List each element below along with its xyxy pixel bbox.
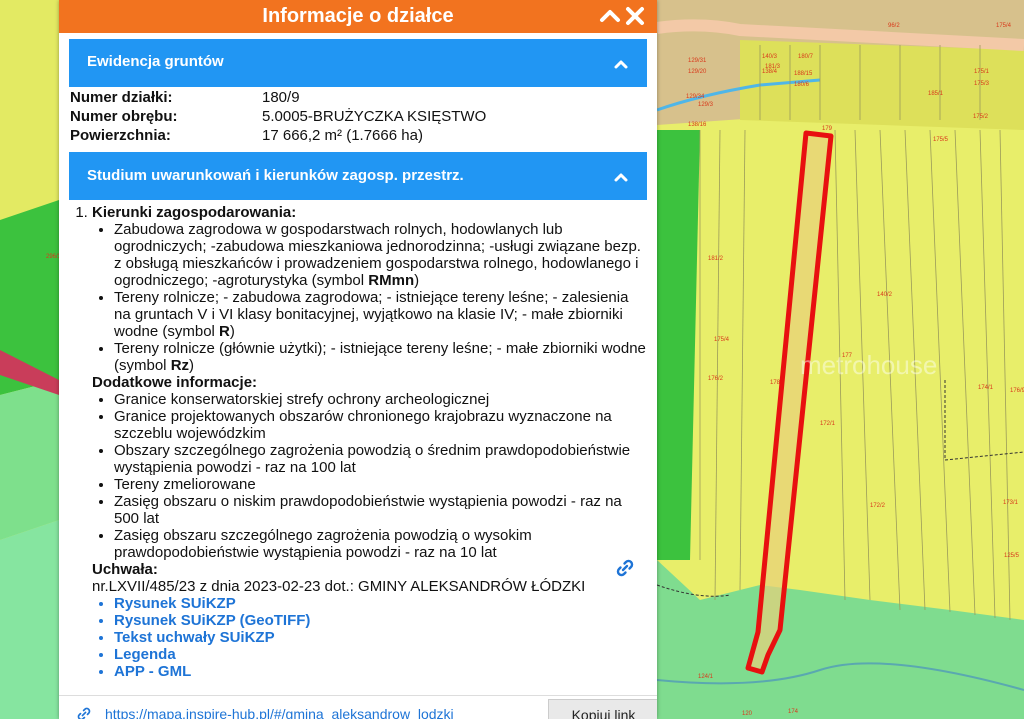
list-item: Zabudowa zagrodowa w gospodarstwach roln…: [114, 221, 648, 289]
parcel-number-label: 176/2: [708, 376, 724, 382]
parcel-number-label: 172/2: [870, 503, 886, 509]
row-label: Numer obrębu:: [70, 108, 178, 125]
panel-header: Informacje o działce: [59, 0, 657, 33]
kierunek-symbol: RMmn: [368, 272, 415, 289]
close-icon[interactable]: [624, 5, 646, 27]
row-label: Numer działki:: [70, 89, 173, 106]
parcel-number-label: 129/20: [688, 69, 707, 75]
parcel-number-label: 124/1: [698, 674, 714, 680]
parcel-number-label: 180/6: [794, 82, 810, 88]
list-item: Kierunki zagospodarowania: Zabudowa zagr…: [92, 204, 648, 680]
forest-zone-left: [0, 380, 59, 540]
share-url[interactable]: https://mapa.inspire-hub.pl/#/gmina_alek…: [105, 706, 545, 719]
table-row: Numer działki: 180/9: [70, 89, 486, 108]
parcel-number-label: 175/4: [714, 337, 730, 343]
parcel-number-label: 175/1: [974, 69, 990, 75]
link-icon: [77, 707, 91, 719]
list-item: Zasięg obszaru o niskim prawdopodobieńst…: [114, 493, 648, 527]
section-ewidencja[interactable]: Ewidencja gruntów: [69, 39, 647, 87]
parcel-number-label: 175/4: [996, 23, 1012, 29]
list-item: Obszary szczególnego zagrożenia powodzią…: [114, 442, 648, 476]
parcel-number-label: 176/9: [1010, 388, 1024, 394]
parcel-number-label: 140/2: [877, 292, 893, 298]
panel-title: Informacje o działce: [262, 5, 454, 27]
parcel-number-label: 174: [788, 709, 799, 715]
parcel-number-label: 180/7: [798, 54, 814, 60]
link-app-gml[interactable]: APP - GML: [114, 663, 648, 680]
parcel-number-label: 172/1: [820, 421, 836, 427]
parcel-number-label: 188/15: [794, 71, 813, 77]
list-item: Tereny rolnicze; - zabudowa zagrodowa; -…: [114, 289, 648, 340]
list-item: Tereny zmeliorowane: [114, 476, 648, 493]
list-item: Tereny rolnicze (głównie użytki); - istn…: [114, 340, 648, 374]
parcel-number-label: 178: [770, 380, 781, 386]
row-value: 17 666,2 m² (1.7666 ha): [262, 127, 423, 144]
parcel-number-label: 175/3: [974, 81, 990, 87]
chevron-up-icon[interactable]: [599, 5, 621, 27]
kierunek-text: Tereny rolnicze; - zabudowa zagrodowa; -…: [114, 289, 629, 340]
parcel-number-label: 138/16: [688, 122, 707, 128]
parcel-number-label: 174/1: [978, 385, 994, 391]
parcel-number-label: 140/3: [762, 54, 778, 60]
row-label: Powierzchnia:: [70, 127, 171, 144]
link-rysunek-geotiff[interactable]: Rysunek SUiKZP (GeoTIFF): [114, 612, 648, 629]
studium-content: Kierunki zagospodarowania: Zabudowa zagr…: [70, 204, 648, 680]
section-studium-title: Studium uwarunkowań i kierunków zagosp. …: [87, 167, 464, 184]
link-tekst-uchwaly[interactable]: Tekst uchwały SUiKZP: [114, 629, 648, 646]
kierunek-tail: ): [229, 323, 235, 340]
link-legenda[interactable]: Legenda: [114, 646, 648, 663]
kierunek-symbol: R: [219, 323, 230, 340]
list-item: Granice projektowanych obszarów chronion…: [114, 408, 648, 442]
dodatkowe-heading: Dodatkowe informacje:: [92, 374, 258, 391]
parcel-number-label: 175/2: [973, 114, 989, 120]
share-bar: https://mapa.inspire-hub.pl/#/gmina_alek…: [59, 695, 657, 719]
uchwala-text: nr.LXVII/485/23 z dnia 2023-02-23 dot.: …: [92, 578, 586, 595]
parcel-number-label: 129/3: [698, 102, 714, 108]
section-ewidencja-title: Ewidencja gruntów: [87, 53, 224, 70]
section-studium[interactable]: Studium uwarunkowań i kierunków zagosp. …: [69, 152, 647, 200]
parcel-number-label: 179: [822, 126, 833, 132]
kierunek-symbol: Rz: [170, 357, 190, 374]
parcel-number-label: 120: [742, 711, 753, 717]
list-item: Granice konserwatorskiej strefy ochrony …: [114, 391, 648, 408]
kierunek-tail: ): [189, 357, 195, 374]
parcel-number-label: 173/1: [1003, 500, 1019, 506]
kierunki-heading: Kierunki zagospodarowania:: [92, 204, 297, 221]
parcel-number-label: 129/31: [688, 58, 707, 64]
table-row: Numer obrębu: 5.0005-BRUŻYCZKA KSIĘSTWO: [70, 108, 486, 127]
parcel-number-label: 125/5: [1004, 553, 1020, 559]
kierunek-tail: ): [414, 272, 420, 289]
uchwala-heading: Uchwała:: [92, 561, 158, 578]
parcel-number-label: 138/4: [762, 69, 778, 75]
row-value: 180/9: [262, 89, 300, 106]
parcel-number-label: 181/2: [708, 256, 724, 262]
parcel-info-panel: Informacje o działce Ewidencja gruntów N…: [59, 0, 657, 719]
forest-zone-left-lower: [0, 520, 59, 719]
watermark: metrohouse: [800, 350, 937, 380]
parcel-number-label: 96/2: [888, 23, 900, 29]
parcel-number-label: 185/1: [928, 91, 944, 97]
table-row: Powierzchnia: 17 666,2 m² (1.7666 ha): [70, 127, 486, 146]
copy-link-button[interactable]: Kopiuj link: [548, 699, 657, 719]
list-item: Zasięg obszaru szczególnego zagrożenia p…: [114, 527, 648, 561]
chevron-up-icon[interactable]: [613, 169, 629, 185]
parcel-number-label: 129/34: [686, 94, 705, 100]
parcel-number-label: 175/5: [933, 137, 949, 143]
link-rysunek[interactable]: Rysunek SUiKZP: [114, 595, 648, 612]
chevron-up-icon[interactable]: [613, 56, 629, 72]
ewidencja-table: Numer działki: 180/9 Numer obrębu: 5.0005-…: [70, 89, 486, 146]
link-icon[interactable]: [616, 559, 634, 577]
row-value: 5.0005-BRUŻYCZKA KSIĘSTWO: [262, 108, 487, 125]
